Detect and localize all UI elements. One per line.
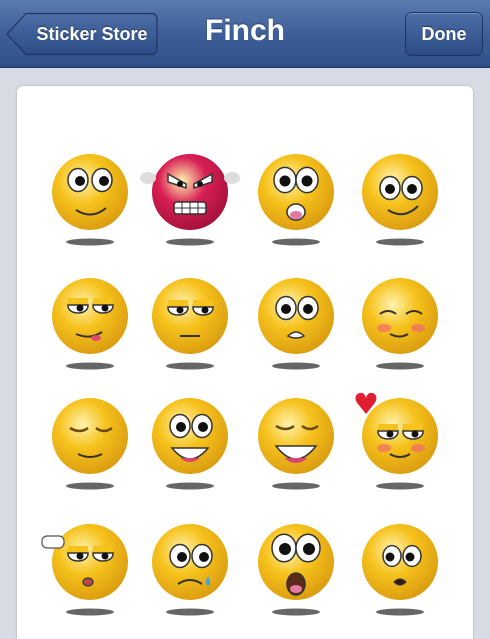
sticker-content[interactable] xyxy=(40,140,140,250)
sticker-laughing[interactable] xyxy=(246,384,346,494)
sticker-shy[interactable] xyxy=(350,510,450,620)
sticker-happy[interactable] xyxy=(140,384,240,494)
sticker-store-back-button[interactable]: Sticker Store xyxy=(6,12,158,56)
sticker-shocked[interactable] xyxy=(246,510,346,620)
sticker-blushing[interactable] xyxy=(350,264,450,374)
navigation-bar: Sticker Store Finch Done xyxy=(0,0,490,68)
sticker-smile[interactable] xyxy=(350,140,450,250)
sticker-flirty[interactable] xyxy=(40,264,140,374)
sticker-relaxed[interactable] xyxy=(40,384,140,494)
back-button-label: Sticker Store xyxy=(36,24,148,44)
sticker-sad[interactable] xyxy=(140,510,240,620)
sticker-in-love[interactable] xyxy=(350,384,450,494)
sticker-surprised[interactable] xyxy=(246,140,346,250)
sticker-unimpressed[interactable] xyxy=(140,264,240,374)
sticker-angry[interactable] xyxy=(140,140,240,250)
sticker-pointing[interactable] xyxy=(40,510,140,620)
sticker-worried[interactable] xyxy=(246,264,346,374)
done-button[interactable]: Done xyxy=(405,12,483,56)
